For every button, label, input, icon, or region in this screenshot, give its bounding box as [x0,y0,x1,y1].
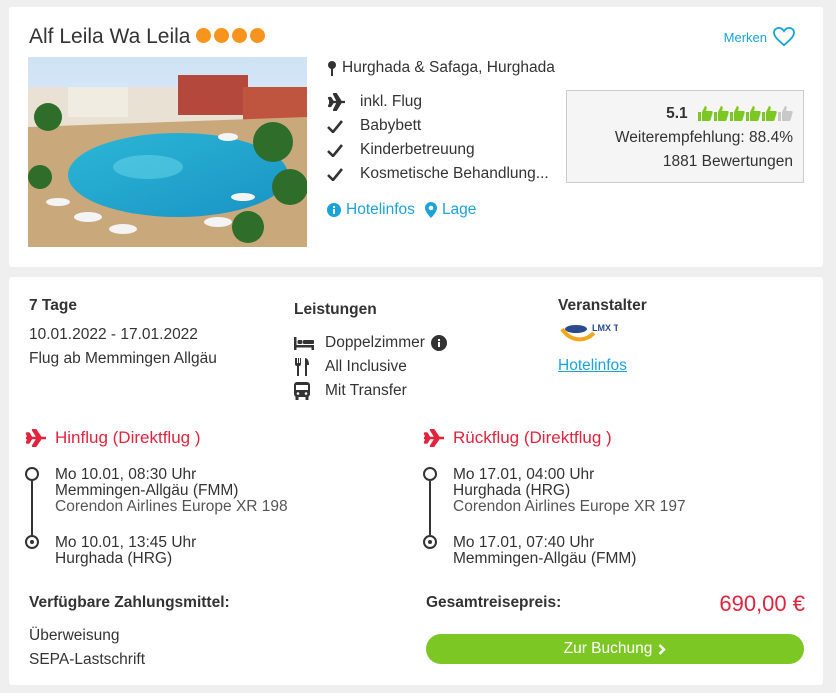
bed-icon [294,336,314,350]
booking-button[interactable]: Zur Buchung [426,634,804,664]
return-airline: Corendon Airlines Europe XR 197 [453,498,686,515]
check-icon [327,167,343,181]
lage-label: Lage [441,201,477,218]
service-item: Mit Transfer [294,382,407,400]
service-label: All Inclusive [325,358,407,375]
outbound-header: Hinflug (Direktflug ) [25,428,201,448]
feature-item: inkl. Flug [327,93,422,111]
feature-item: Babybett [327,117,421,135]
info-icon [327,203,341,217]
chevron-right-icon [659,643,667,655]
return-arrival-time: Mo 17.01, 07:40 Uhr [453,534,595,551]
bus-icon [294,382,310,400]
star-icon [214,28,229,43]
hotelinfos-label: Hotelinfos [346,201,415,218]
fork-knife-icon [295,358,309,376]
outbound-airline: Corendon Airlines Europe XR 198 [55,498,288,515]
trip-dates: 10.01.2022 - 17.01.2022 [29,326,198,343]
feature-item: Kosmetische Behandlung... [327,165,549,183]
service-label: Doppelzimmer [325,334,425,351]
rating-score: 5.1 [666,105,688,122]
operator-hotelinfos-link[interactable]: Hotelinfos [558,357,627,375]
star-icon [250,28,265,43]
feature-item: Kinderbetreuung [327,141,475,159]
operator-title: Veranstalter [558,297,647,314]
booking-button-label: Zur Buchung [563,640,653,657]
return-header: Rückflug (Direktflug ) [423,428,612,448]
feature-label: Kosmetische Behandlung... [360,165,549,182]
location-text: Hurghada & Safaga, Hurghada [342,59,555,76]
rating-score-line: 5.1 [666,105,793,123]
trip-duration: 7 Tage [29,297,77,314]
merken-button[interactable]: Merken [724,27,795,47]
thumb-up-icon [698,106,713,122]
service-item: Doppelzimmer [294,334,447,352]
return-arrival-airport: Memmingen-Allgäu (FMM) [453,550,637,567]
map-pin-icon [328,60,336,76]
departure-airport: Flug ab Memmingen Allgäu [29,350,217,367]
info-icon[interactable] [430,335,447,351]
service-item: All Inclusive [294,358,407,376]
operator-logo-text: LMX Touristik [592,323,618,333]
hotel-photo[interactable] [28,57,307,247]
heart-icon [773,27,795,47]
check-icon [327,143,343,157]
outbound-departure-airport: Memmingen-Allgäu (FMM) [55,482,239,499]
hotel-links: Hotelinfos Lage [327,201,476,219]
return-departure-time: Mo 17.01, 04:00 Uhr [453,466,595,483]
check-icon [327,119,343,133]
total-price-label: Gesamtreisepreis: [426,594,562,611]
hotelinfos-link[interactable]: Hotelinfos [327,201,415,219]
rating-box[interactable]: 5.1 Weiterempfehlung: 88.4% 1881 Bewertu… [566,90,804,183]
operator-logo: LMX Touristik [560,321,652,350]
outbound-title: Hinflug (Direktflug ) [55,428,201,447]
airplane-icon [327,93,345,111]
thumb-up-icon [778,106,793,122]
thumb-up-icon [746,106,761,122]
payment-method: Überweisung [29,627,120,644]
return-title: Rückflug (Direktflug ) [453,428,612,447]
offer-card: 7 Tage 10.01.2022 - 17.01.2022 Flug ab M… [9,277,823,685]
service-label: Mit Transfer [325,382,407,399]
star-icon [232,28,247,43]
merken-label: Merken [723,29,767,45]
hotel-stars [196,28,265,43]
feature-label: Babybett [360,117,422,134]
location-marker-icon [424,202,437,218]
outbound-arrival-time: Mo 10.01, 13:45 Uhr [55,534,197,551]
payment-method: SEPA-Lastschrift [29,651,146,668]
payment-title: Verfügbare Zahlungsmittel: [29,594,230,611]
hotel-name[interactable]: Alf Leila Wa Leila [29,25,190,49]
feature-label: Kinderbetreuung [360,141,475,158]
return-departure-airport: Hurghada (HRG) [453,482,571,499]
airplane-icon [25,429,46,447]
hotel-location: Hurghada & Safaga, Hurghada [327,59,555,77]
thumb-up-icon [730,106,745,122]
airplane-icon [423,429,444,447]
hotel-card: Alf Leila Wa Leila Merken Hurghada & Saf… [9,7,823,267]
rating-thumbs [698,106,793,122]
thumb-up-icon [762,106,777,122]
services-title: Leistungen [294,301,377,318]
outbound-arrival-airport: Hurghada (HRG) [55,550,173,567]
thumb-up-icon [714,106,729,122]
lage-link[interactable]: Lage [424,201,477,219]
star-icon [196,28,211,43]
feature-label: inkl. Flug [360,93,423,110]
outbound-departure-time: Mo 10.01, 08:30 Uhr [55,466,197,483]
review-count: 1881 Bewertungen [662,153,793,170]
total-price: 690,00 € [719,591,805,616]
recommendation-rate: Weiterempfehlung: 88.4% [614,129,793,146]
